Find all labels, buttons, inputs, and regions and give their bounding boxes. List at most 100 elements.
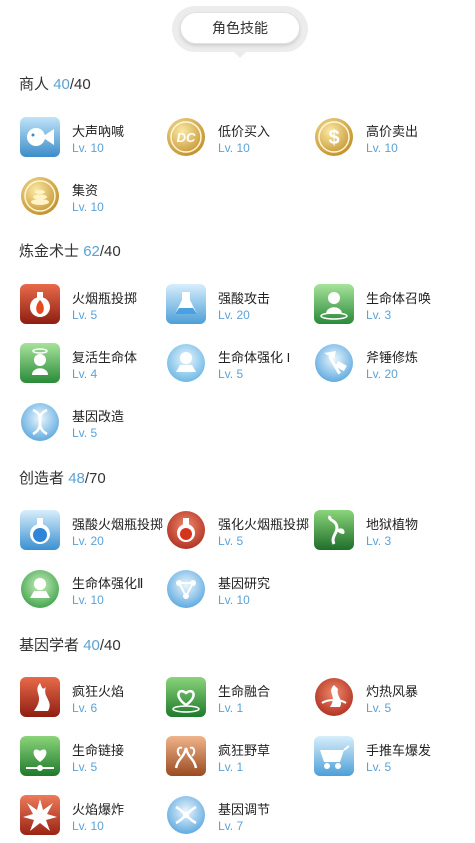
homunculus-mastery-icon [166, 343, 206, 383]
acid-demonstration-icon [20, 510, 60, 550]
skill-item[interactable]: 基因改造 Lv. 5 [20, 402, 170, 446]
section-name: 炼金术士 [19, 243, 80, 260]
skill-points-max: /40 [69, 76, 91, 93]
skill-level: Lv. 1 [218, 701, 244, 715]
svg-text:$: $ [328, 127, 339, 149]
skill-name: 生命体召唤 [366, 291, 432, 306]
skill-name: 火焰爆炸 [72, 802, 125, 817]
skill-item[interactable]: 大声吶喊 Lv. 10 [20, 117, 170, 161]
title-tab-container: 角色技能 [172, 6, 308, 52]
skill-level: Lv. 5 [218, 534, 244, 548]
svg-text:DC: DC [177, 130, 196, 145]
skill-item[interactable]: 地狱植物 Lv. 3 [314, 510, 464, 554]
life-fusion-icon [166, 677, 206, 717]
enhanced-fire-flask-icon [166, 510, 206, 550]
skill-level: Lv. 5 [72, 308, 98, 322]
skill-item[interactable]: 生命融合 Lv. 1 [166, 677, 316, 721]
skill-item[interactable]: 生命体强化Ⅱ Lv. 10 [20, 569, 170, 613]
skill-item[interactable]: 强酸攻击 Lv. 20 [166, 284, 316, 328]
skill-level: Lv. 20 [366, 367, 398, 381]
dc-coin-icon: DC [166, 117, 206, 157]
skill-name: 复活生命体 [72, 350, 138, 365]
skill-item[interactable]: 生命体强化 I Lv. 5 [166, 343, 316, 387]
skill-level: Lv. 3 [366, 534, 392, 548]
dna-icon [20, 402, 60, 442]
cart-boost-icon [314, 736, 354, 776]
skill-level: Lv. 7 [218, 819, 244, 833]
skill-level: Lv. 10 [218, 141, 250, 155]
skill-item[interactable]: 强酸火烟瓶投掷 Lv. 20 [20, 510, 170, 554]
scorching-storm-icon [314, 677, 354, 717]
skill-name: 基因改造 [72, 409, 125, 424]
skill-level: Lv. 20 [72, 534, 104, 548]
skill-name: 斧锤修炼 [366, 350, 419, 365]
section-name: 基因学者 [19, 637, 80, 654]
skill-item[interactable]: 火焰爆炸 Lv. 10 [20, 795, 170, 839]
skill-name: 强酸火烟瓶投掷 [72, 517, 164, 532]
skill-level: Lv. 5 [366, 701, 392, 715]
dollar-coin-icon: $ [314, 117, 354, 157]
skill-level: Lv. 5 [72, 426, 98, 440]
skill-level: Lv. 10 [366, 141, 398, 155]
skill-name: 生命融合 [218, 684, 271, 699]
skill-item[interactable]: 集资 Lv. 10 [20, 176, 170, 220]
life-link-icon [20, 736, 60, 776]
skill-level: Lv. 1 [218, 760, 244, 774]
skill-level: Lv. 10 [72, 141, 104, 155]
crazy-flame-icon [20, 677, 60, 717]
section-header-geneticist: 基因学者 40/40 [19, 634, 121, 655]
skill-item[interactable]: 手推车爆发 Lv. 5 [314, 736, 464, 780]
skill-level: Lv. 5 [72, 760, 98, 774]
skill-points-used: 48 [68, 470, 85, 487]
skill-level: Lv. 10 [72, 593, 104, 607]
hell-plant-icon [314, 510, 354, 550]
skill-points-max: /40 [99, 637, 121, 654]
acid-flask-icon [166, 284, 206, 324]
skill-name: 低价买入 [218, 124, 271, 139]
skill-item[interactable]: 疯狂火焰 Lv. 6 [20, 677, 170, 721]
skill-item[interactable]: 生命链接 Lv. 5 [20, 736, 170, 780]
skill-level: Lv. 10 [72, 200, 104, 214]
skill-item[interactable]: DC 低价买入 Lv. 10 [166, 117, 316, 161]
flame-explosion-icon [20, 795, 60, 835]
skill-points-used: 40 [53, 76, 70, 93]
skill-name: 基因调节 [218, 802, 271, 817]
shout-icon [20, 117, 60, 157]
skill-name: 疯狂火焰 [72, 684, 125, 699]
skill-name: 生命体强化Ⅱ [72, 576, 144, 591]
homunculus-mastery-2-icon [20, 569, 60, 609]
skill-name: 强酸攻击 [218, 291, 271, 306]
skill-name: 基因研究 [218, 576, 271, 591]
skill-item[interactable]: 基因调节 Lv. 7 [166, 795, 316, 839]
resurrect-homunculus-icon [20, 343, 60, 383]
skill-item[interactable]: 火烟瓶投掷 Lv. 5 [20, 284, 170, 328]
skill-level: Lv. 4 [72, 367, 98, 381]
crazy-weed-icon [166, 736, 206, 776]
skill-points-used: 62 [83, 243, 100, 260]
skill-level: Lv. 3 [366, 308, 392, 322]
skill-item[interactable]: 强化火烟瓶投掷 Lv. 5 [166, 510, 316, 554]
skill-item[interactable]: 基因研究 Lv. 10 [166, 569, 316, 613]
skill-level: Lv. 5 [218, 367, 244, 381]
section-name: 商人 [19, 76, 50, 93]
skill-name: 火烟瓶投掷 [72, 291, 138, 306]
gene-adjust-icon [166, 795, 206, 835]
skill-points-used: 40 [83, 637, 100, 654]
skill-item[interactable]: 生命体召唤 Lv. 3 [314, 284, 464, 328]
skill-level: Lv. 6 [72, 701, 98, 715]
section-header-merchant: 商人 40/40 [19, 73, 91, 94]
skill-name: 高价卖出 [366, 124, 419, 139]
skill-name: 灼热风暴 [366, 684, 419, 699]
skill-points-max: /40 [99, 243, 121, 260]
skill-name: 强化火烟瓶投掷 [218, 517, 310, 532]
skill-name: 手推车爆发 [366, 743, 432, 758]
section-header-creator: 创造者 48/70 [19, 467, 106, 488]
skill-item[interactable]: 复活生命体 Lv. 4 [20, 343, 170, 387]
skill-item[interactable]: 灼热风暴 Lv. 5 [314, 677, 464, 721]
fire-flask-icon [20, 284, 60, 324]
skill-item[interactable]: 疯狂野草 Lv. 1 [166, 736, 316, 780]
skill-level: Lv. 10 [72, 819, 104, 833]
skill-item[interactable]: 斧锤修炼 Lv. 20 [314, 343, 464, 387]
skill-item[interactable]: $ 高价卖出 Lv. 10 [314, 117, 464, 161]
summon-homunculus-icon [314, 284, 354, 324]
